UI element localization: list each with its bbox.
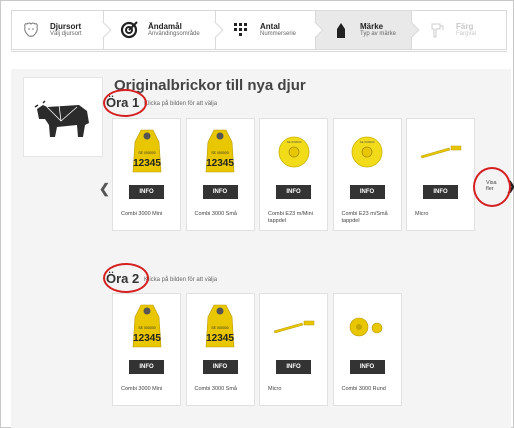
info-button[interactable]: INFO: [129, 185, 164, 199]
svg-text:SE 000000: SE 000000: [138, 326, 155, 330]
step-title: Ändamål: [148, 21, 182, 31]
info-button[interactable]: INFO: [202, 185, 238, 199]
round-yellow-tag-image: SE 000000: [260, 127, 327, 177]
number-grid-icon: [230, 19, 252, 41]
micro-strip-tag-image: [260, 302, 327, 352]
step-subtitle: Nummerserie: [260, 31, 297, 38]
tag-number: 12345: [206, 333, 234, 344]
info-button[interactable]: INFO: [276, 185, 311, 199]
page-title: Originalbrickor till nya djur: [114, 77, 306, 94]
svg-text:SE 000000: SE 000000: [286, 140, 301, 144]
tag-selection-panel: Originalbrickor till nya djur Öra 1 Klic…: [11, 69, 514, 428]
ear-1-product-row: SE 000000 12345 INFO Combi 3000 Mini SE 0…: [112, 118, 480, 231]
paint-icon: [426, 19, 448, 41]
yellow-tag-image: SE 000000 12345: [113, 302, 180, 352]
yellow-tag-image: SE 000000 12345: [187, 127, 254, 177]
step-title: Färg: [456, 21, 474, 31]
product-card[interactable]: SE 000000 12345 INFO Combi 3000 Mini: [112, 293, 181, 406]
ear-2-hint: Klicka på bilden för att välja: [144, 277, 218, 283]
info-button[interactable]: INFO: [129, 360, 164, 374]
yellow-tag-image: SE 000000 12345: [113, 127, 180, 177]
product-card[interactable]: INFO Combi 3000 Rund: [332, 293, 402, 406]
product-card[interactable]: SE 000000 INFO Combi E23 m/Små tappdel: [332, 118, 402, 231]
step-subtitle: Färgval: [456, 31, 477, 38]
product-name: Micro: [415, 211, 429, 217]
step-djursort[interactable]: Djursort Välj djursort: [11, 10, 112, 50]
product-name: Combi E23 m/Mini tappdel: [268, 211, 313, 224]
step-subtitle: Välj djursort: [50, 31, 82, 38]
info-button[interactable]: INFO: [202, 360, 238, 374]
step-subtitle: Användingsområde: [148, 31, 200, 38]
product-name: Combi 3000 Mini: [121, 211, 163, 217]
product-card[interactable]: SE 000000 12345 INFO Combi 3000 Små: [185, 293, 255, 406]
ear-2-product-row: SE 000000 12345 INFO Combi 3000 Mini SE 0…: [112, 293, 406, 406]
step-andamal[interactable]: Ändamål Användingsområde: [103, 10, 224, 50]
svg-text:SE 000000: SE 000000: [211, 326, 228, 330]
round-yellow-tag-image: SE 000000: [334, 127, 401, 177]
product-name: Combi 3000 Små: [194, 211, 238, 217]
selected-animal-card: [23, 77, 103, 157]
info-button[interactable]: INFO: [349, 360, 385, 374]
annotation-circle: [103, 89, 147, 117]
product-card[interactable]: SE 000000 12345 INFO Combi 3000 Mini: [112, 118, 181, 231]
previous-arrow-icon[interactable]: ❮: [99, 181, 110, 197]
page-frame: Djursort Välj djursort Ändamål Använding…: [0, 0, 514, 428]
svg-text:SE 000000: SE 000000: [360, 140, 375, 144]
step-title: Djursort: [50, 21, 82, 31]
step-title: Märke: [360, 21, 384, 31]
info-button[interactable]: INFO: [423, 185, 458, 199]
cow-icon: [34, 100, 89, 137]
svg-text:SE 000000: SE 000000: [138, 151, 155, 155]
product-name: Combi 3000 Små: [194, 386, 238, 392]
step-farg: Färg Färgval: [411, 10, 507, 50]
ear-1-hint: Klicka på bilden för att välja: [144, 101, 218, 107]
product-name: Combi 3000 Rund: [341, 386, 386, 392]
product-card[interactable]: SE 000000 12345 INFO Combi 3000 Små: [185, 118, 255, 231]
tag-number: 12345: [133, 333, 161, 344]
step-antal[interactable]: Antal Nummerserie: [215, 10, 324, 50]
annotation-circle: [103, 263, 149, 293]
wizard-stepper: Djursort Välj djursort Ändamål Använding…: [11, 10, 507, 52]
ear-tag-icon: [330, 19, 352, 41]
product-card[interactable]: INFO Micro: [259, 293, 328, 406]
round-button-tag-image: [334, 302, 401, 352]
step-marke[interactable]: Märke Typ av märke: [315, 10, 420, 50]
svg-text:SE 000000: SE 000000: [211, 151, 228, 155]
product-name: Combi 3000 Mini: [121, 386, 163, 392]
info-button[interactable]: INFO: [276, 360, 311, 374]
product-name: Micro: [268, 386, 282, 392]
product-card[interactable]: INFO Micro: [406, 118, 475, 231]
step-subtitle: Typ av märke: [360, 31, 397, 38]
tag-number: 12345: [133, 158, 161, 169]
micro-strip-tag-image: [407, 127, 474, 177]
tag-number: 12345: [206, 158, 234, 169]
info-button[interactable]: INFO: [349, 185, 385, 199]
step-title: Antal: [260, 21, 280, 31]
product-name: Combi E23 m/Små tappdel: [341, 211, 388, 224]
product-card[interactable]: SE 000000 INFO Combi E23 m/Mini tappdel: [259, 118, 328, 231]
yellow-tag-image: SE 000000 12345: [187, 302, 254, 352]
animal-head-icon: [20, 19, 42, 41]
target-icon: [118, 19, 140, 41]
annotation-circle: [473, 167, 511, 207]
